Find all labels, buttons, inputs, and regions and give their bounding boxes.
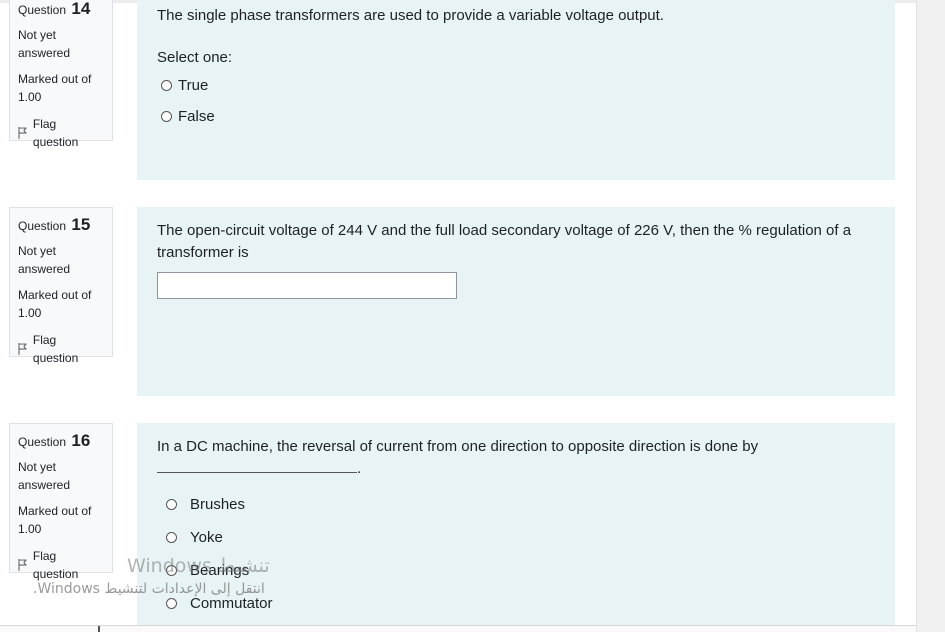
flag-icon bbox=[18, 127, 27, 139]
question-label: Question bbox=[18, 219, 67, 233]
bottom-bar-mark bbox=[98, 626, 100, 632]
question-state: Not yet answered bbox=[18, 460, 71, 492]
question-grade: Marked out of 1.00 bbox=[18, 288, 92, 320]
question-text: The open-circuit voltage of 244 V and th… bbox=[157, 222, 852, 261]
select-one-prompt: Select one: bbox=[157, 49, 233, 66]
question-content-14: The single phase transformers are used t… bbox=[137, 0, 895, 180]
answer-input[interactable] bbox=[157, 272, 457, 299]
answer-label: Brushes bbox=[190, 496, 246, 513]
question-label: Question bbox=[18, 435, 67, 449]
question-number: 14 bbox=[71, 0, 91, 18]
answer-option-commutator[interactable]: Commutator bbox=[166, 587, 875, 620]
question-info-15: Question 15 Not yet answered Marked out … bbox=[9, 207, 113, 365]
flag-question-link[interactable]: Flag question bbox=[18, 331, 104, 367]
answer-option-yoke[interactable]: Yoke bbox=[166, 521, 875, 554]
windows-activation-watermark: تنشيط Windows bbox=[127, 555, 270, 577]
answer-label: Commutator bbox=[190, 595, 273, 612]
question-text: In a DC machine, the reversal of current… bbox=[157, 438, 759, 455]
vertical-scrollbar[interactable] bbox=[916, 0, 945, 632]
windows-activation-hint: انتقل إلى الإعدادات لتنشيط Windows. bbox=[33, 581, 265, 597]
question-info-14: Question 14 Not yet answered Marked out … bbox=[9, 0, 113, 149]
radio-button[interactable] bbox=[166, 598, 177, 609]
question-grade: Marked out of 1.00 bbox=[18, 504, 92, 536]
answer-label: False bbox=[178, 108, 215, 125]
question-number: 15 bbox=[71, 215, 91, 234]
flag-question-label: Flag question bbox=[32, 549, 79, 581]
flag-question-label: Flag question bbox=[32, 117, 79, 149]
flag-question-link[interactable]: Flag question bbox=[18, 115, 104, 151]
answer-label: True bbox=[178, 77, 209, 94]
question-content-15: The open-circuit voltage of 244 V and th… bbox=[137, 207, 895, 396]
question-state: Not yet answered bbox=[18, 28, 71, 60]
radio-button[interactable] bbox=[161, 80, 172, 91]
flag-icon bbox=[18, 559, 27, 571]
question-number: 16 bbox=[71, 431, 91, 450]
answer-option-false[interactable]: False bbox=[161, 101, 875, 132]
radio-button[interactable] bbox=[166, 532, 177, 543]
question-info-16: Question 16 Not yet answered Marked out … bbox=[9, 423, 113, 581]
answer-label: Yoke bbox=[190, 529, 223, 546]
question-text: The single phase transformers are used t… bbox=[157, 7, 664, 24]
question-label: Question bbox=[18, 3, 67, 17]
flag-question-link[interactable]: Flag question bbox=[18, 547, 104, 583]
radio-button[interactable] bbox=[161, 111, 172, 122]
question-grade: Marked out of 1.00 bbox=[18, 72, 92, 104]
answer-blank-line bbox=[157, 471, 357, 473]
flag-question-label: Flag question bbox=[32, 333, 79, 365]
answer-option-true[interactable]: True bbox=[161, 70, 875, 101]
answer-option-bearings[interactable]: Bearings bbox=[166, 554, 875, 587]
radio-button[interactable] bbox=[166, 499, 177, 510]
answer-option-brushes[interactable]: Brushes bbox=[166, 488, 875, 521]
question-state: Not yet answered bbox=[18, 244, 71, 276]
bottom-bar bbox=[0, 625, 916, 632]
flag-icon bbox=[18, 343, 27, 355]
